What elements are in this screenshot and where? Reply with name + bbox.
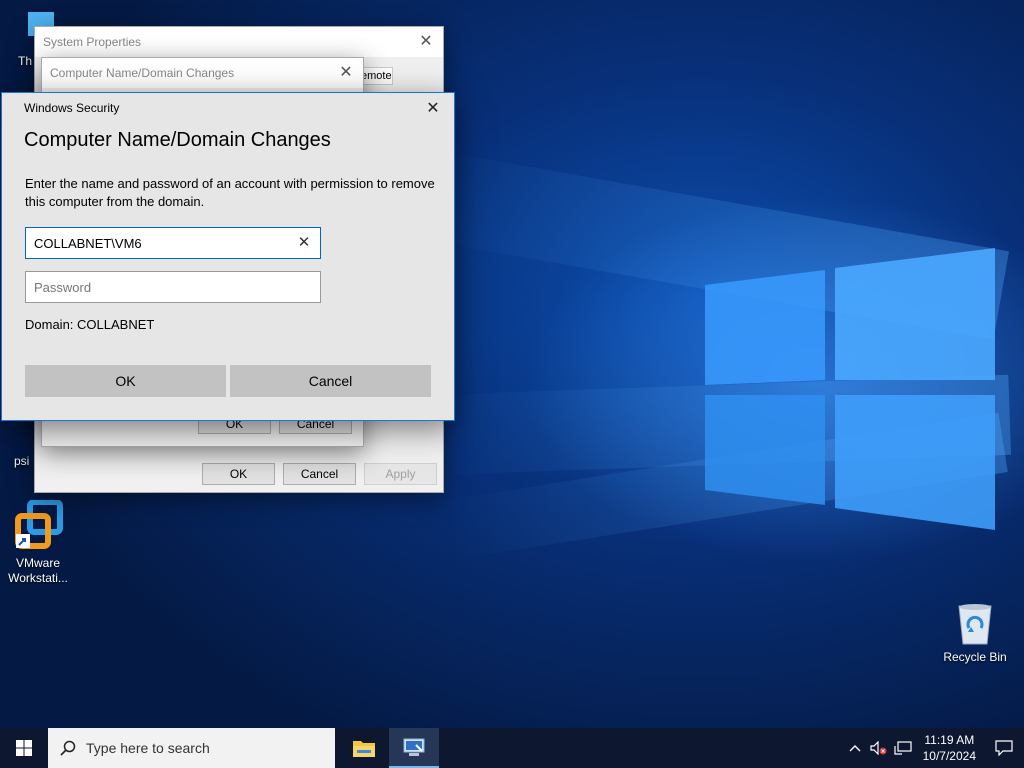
- search-icon: [60, 740, 76, 756]
- window-title: System Properties: [43, 35, 142, 49]
- ok-button[interactable]: OK: [202, 463, 275, 485]
- system-properties-titlebar[interactable]: System Properties: [35, 27, 443, 57]
- windows-logo-wallpaper: [705, 248, 995, 530]
- tab-remote[interactable]: emote: [359, 67, 393, 85]
- dialog-title: Windows Security: [24, 101, 120, 115]
- desktop-icon-vmware[interactable]: VMware Workstati...: [1, 499, 77, 586]
- clock-time: 11:19 AM: [924, 733, 975, 747]
- domain-label: Domain: COLLABNET: [25, 317, 155, 332]
- windows-start-icon: [16, 740, 32, 756]
- recycle-bin-icon: [955, 602, 995, 646]
- username-input[interactable]: [34, 228, 294, 258]
- tab-label: emote: [361, 70, 392, 82]
- clear-icon[interactable]: ✕: [294, 233, 314, 253]
- password-field[interactable]: [25, 271, 321, 303]
- start-button[interactable]: [0, 728, 48, 768]
- close-icon[interactable]: ✕: [422, 98, 444, 120]
- dialog-description: Enter the name and password of an accoun…: [25, 176, 435, 209]
- taskbar-system-properties[interactable]: [389, 728, 439, 768]
- window-title: Computer Name/Domain Changes: [50, 66, 235, 80]
- network-icon[interactable]: [891, 741, 915, 755]
- apply-button[interactable]: Apply: [364, 463, 437, 485]
- desktop-icon-label: Recycle Bin: [943, 650, 1007, 664]
- desktop-icon-recycle-bin[interactable]: Recycle Bin: [937, 602, 1013, 665]
- vmware-icon: [14, 499, 64, 552]
- cancel-button[interactable]: Cancel: [230, 365, 431, 397]
- name-changes-titlebar[interactable]: Computer Name/Domain Changes: [42, 58, 363, 88]
- password-input[interactable]: [34, 272, 294, 302]
- taskbar-file-explorer[interactable]: [339, 728, 389, 768]
- system-properties-icon: [403, 738, 425, 756]
- close-icon[interactable]: ✕: [415, 31, 437, 53]
- cancel-button[interactable]: Cancel: [283, 463, 356, 485]
- chevron-up-icon[interactable]: [843, 744, 867, 752]
- desktop-icon-label: VMware Workstati...: [8, 556, 68, 585]
- ok-button[interactable]: OK: [25, 365, 226, 397]
- folder-icon: [353, 741, 375, 757]
- windows-security-dialog: Windows Security ✕ Computer Name/Domain …: [1, 92, 455, 421]
- taskbar-search-box[interactable]: Type here to search: [48, 728, 335, 768]
- clock-date: 10/7/2024: [922, 749, 976, 763]
- volume-muted-icon[interactable]: [867, 741, 891, 755]
- search-placeholder: Type here to search: [86, 740, 210, 756]
- taskbar-clock[interactable]: 11:19 AM 10/7/2024: [915, 732, 984, 764]
- username-field[interactable]: ✕: [25, 227, 321, 259]
- dialog-heading: Computer Name/Domain Changes: [24, 129, 331, 151]
- system-tray: 11:19 AM 10/7/2024: [843, 728, 1024, 768]
- notifications-icon[interactable]: [984, 740, 1024, 756]
- close-icon[interactable]: ✕: [335, 62, 357, 84]
- taskbar: Type here to search 11:19 AM 10/7/2024: [0, 728, 1024, 768]
